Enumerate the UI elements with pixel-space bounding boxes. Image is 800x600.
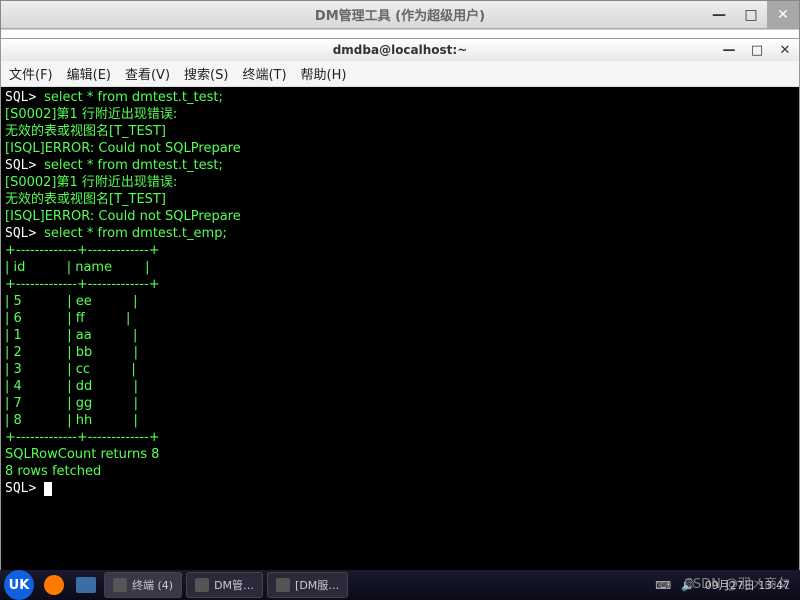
dm-manager-window: DM管理工具 (作为超级用户) — □ ✕ (0, 0, 800, 40)
taskbar: UK 终端 (4) DM管… [DM服… ⌨ 🔊 09月27日 13:47 (0, 570, 800, 600)
dm-title: DM管理工具 (作为超级用户) (315, 5, 485, 24)
firefox-launcher[interactable] (41, 573, 67, 597)
app-icon (195, 578, 209, 592)
files-launcher[interactable] (73, 573, 99, 597)
taskbar-label: DM管… (214, 577, 254, 593)
minimize-button[interactable]: — (715, 39, 743, 61)
taskbar-item-dm-service[interactable]: [DM服… (267, 572, 348, 598)
dm-window-controls: — □ ✕ (703, 1, 799, 29)
terminal-icon (113, 578, 127, 592)
terminal-window-controls: — □ ✕ (715, 39, 799, 61)
menu-search[interactable]: 搜索(S) (184, 64, 228, 83)
menu-edit[interactable]: 编辑(E) (67, 64, 111, 83)
maximize-button[interactable]: □ (743, 39, 771, 61)
terminal-menubar: 文件(F) 编辑(E) 查看(V) 搜索(S) 终端(T) 帮助(H) (1, 61, 799, 87)
menu-terminal[interactable]: 终端(T) (242, 64, 286, 83)
minimize-button[interactable]: — (703, 1, 735, 29)
menu-view[interactable]: 查看(V) (125, 64, 170, 83)
terminal-window: dmdba@localhost:~ — □ ✕ 文件(F) 编辑(E) 查看(V… (0, 38, 800, 578)
taskbar-label: [DM服… (295, 577, 339, 593)
system-tray: ⌨ 🔊 09月27日 13:47 (655, 577, 800, 593)
keyboard-icon[interactable]: ⌨ (655, 579, 671, 592)
terminal-titlebar[interactable]: dmdba@localhost:~ — □ ✕ (1, 39, 799, 61)
volume-icon[interactable]: 🔊 (681, 579, 695, 592)
menu-file[interactable]: 文件(F) (9, 64, 53, 83)
taskbar-label: 终端 (4) (132, 577, 173, 593)
terminal-title: dmdba@localhost:~ (333, 43, 468, 57)
taskbar-item-dm-manager[interactable]: DM管… (186, 572, 263, 598)
close-button[interactable]: ✕ (771, 39, 799, 61)
app-icon (276, 578, 290, 592)
close-button[interactable]: ✕ (767, 1, 799, 29)
clock[interactable]: 09月27日 13:47 (705, 577, 790, 593)
start-button[interactable]: UK (4, 570, 34, 600)
taskbar-item-terminal[interactable]: 终端 (4) (104, 572, 182, 598)
maximize-button[interactable]: □ (735, 1, 767, 29)
terminal-output[interactable]: SQL> select * from dmtest.t_test; [S0002… (1, 87, 799, 577)
dm-titlebar[interactable]: DM管理工具 (作为超级用户) — □ ✕ (1, 1, 799, 29)
menu-help[interactable]: 帮助(H) (301, 64, 347, 83)
